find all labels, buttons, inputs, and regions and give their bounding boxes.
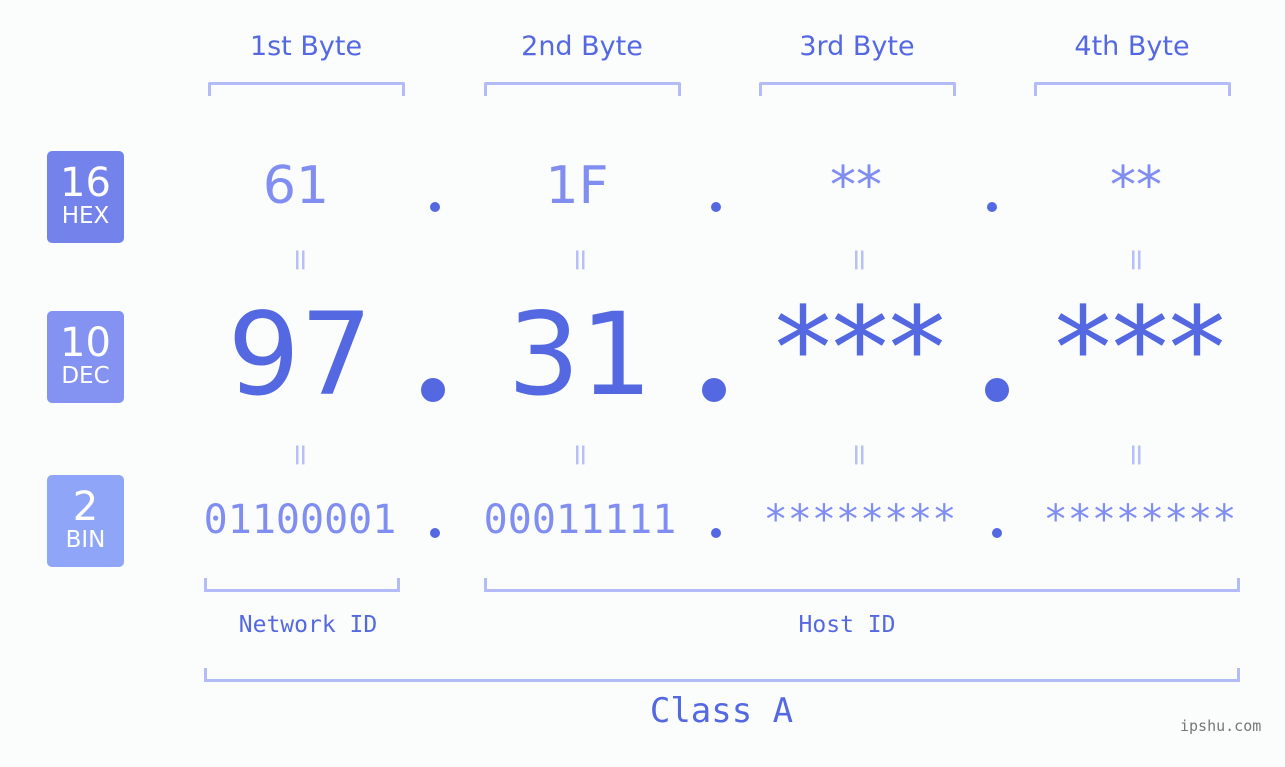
hex-separator-dot-2 <box>711 202 721 212</box>
byte-bracket-1 <box>208 82 405 96</box>
equals-sign: = <box>283 442 318 468</box>
class-label: Class A <box>649 691 794 731</box>
dec-value-2: 31 <box>507 288 653 421</box>
hex-value-2: 1F <box>545 156 609 216</box>
hex-value-3: ** <box>830 156 882 216</box>
dec-value-3: *** <box>774 282 946 415</box>
hex-badge-label: HEX <box>61 203 110 229</box>
bin-badge: 2 BIN <box>47 475 124 567</box>
dec-value-4: *** <box>1054 282 1226 415</box>
byte-bracket-2 <box>484 82 681 96</box>
equals-sign: = <box>283 247 318 273</box>
watermark: ipshu.com <box>1180 717 1262 735</box>
byte-bracket-4 <box>1034 82 1231 96</box>
bin-value-3: ******** <box>763 497 957 543</box>
byte-header-3: 3rd Byte <box>799 31 915 62</box>
bin-separator-dot-2 <box>711 528 721 538</box>
dec-badge-number: 10 <box>60 320 111 366</box>
host-id-label: Host ID <box>798 612 896 638</box>
byte-header-1: 1st Byte <box>249 31 363 62</box>
bin-value-2: 00011111 <box>483 497 677 543</box>
network-id-bracket <box>204 578 400 592</box>
byte-bracket-3 <box>759 82 956 96</box>
hex-badge-number: 16 <box>60 160 111 206</box>
bin-value-4: ******** <box>1043 497 1237 543</box>
equals-sign: = <box>842 442 877 468</box>
byte-header-4: 4th Byte <box>1074 31 1190 62</box>
equals-sign: = <box>1119 442 1154 468</box>
byte-header-2: 2nd Byte <box>521 31 643 62</box>
bin-value-1: 01100001 <box>203 497 397 543</box>
hex-separator-dot-3 <box>987 202 997 212</box>
equals-sign: = <box>842 247 877 273</box>
hex-separator-dot-1 <box>430 202 440 212</box>
host-id-bracket <box>484 578 1240 592</box>
dec-value-1: 97 <box>227 288 373 421</box>
hex-badge: 16 HEX <box>47 151 124 243</box>
bin-badge-number: 2 <box>72 484 99 530</box>
bin-badge-label: BIN <box>65 527 106 553</box>
dec-separator-dot-2 <box>702 378 726 402</box>
dec-separator-dot-3 <box>985 378 1009 402</box>
hex-value-4: ** <box>1110 156 1162 216</box>
equals-sign: = <box>1119 247 1154 273</box>
class-bracket <box>204 668 1240 682</box>
dec-badge-label: DEC <box>61 363 110 389</box>
bin-separator-dot-3 <box>992 528 1002 538</box>
network-id-label: Network ID <box>238 612 378 638</box>
dec-separator-dot-1 <box>421 378 445 402</box>
equals-sign: = <box>563 442 598 468</box>
dec-badge: 10 DEC <box>47 311 124 403</box>
bin-separator-dot-1 <box>430 528 440 538</box>
hex-value-1: 61 <box>262 156 330 216</box>
equals-sign: = <box>563 247 598 273</box>
